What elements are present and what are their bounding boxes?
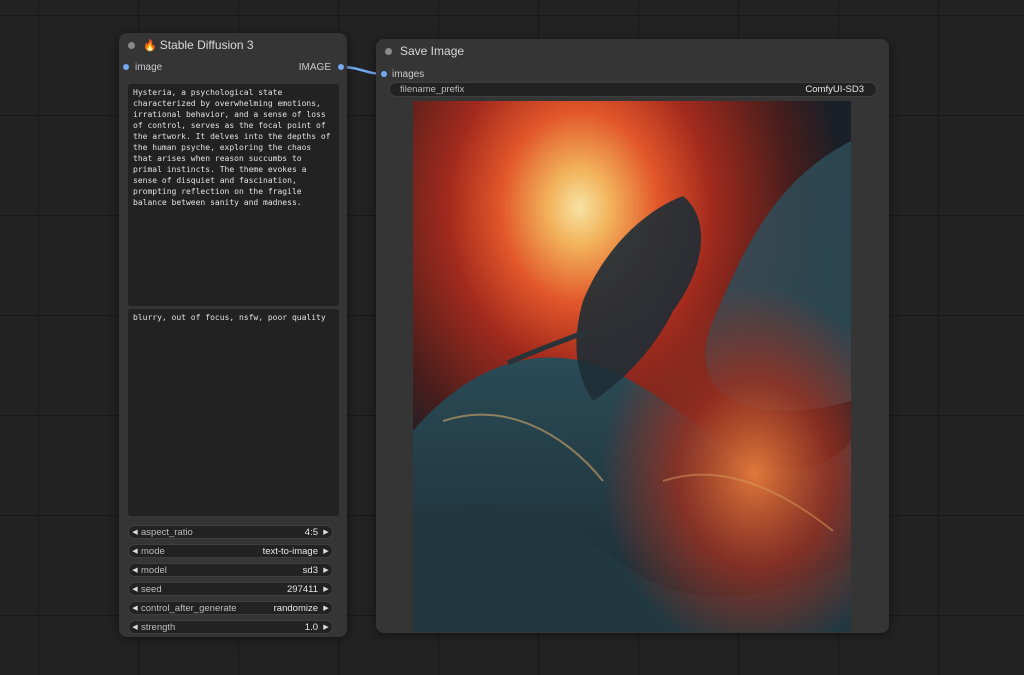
- negative-prompt-textarea[interactable]: blurry, out of focus, nsfw, poor quality: [128, 309, 339, 516]
- image-input-slot[interactable]: [123, 64, 129, 70]
- fire-icon: 🔥: [143, 39, 157, 52]
- mode-widget[interactable]: ◀ mode text-to-image ▶: [128, 544, 333, 558]
- strength-widget[interactable]: ◀ strength 1.0 ▶: [128, 620, 333, 634]
- decrement-arrow-icon[interactable]: ◀: [129, 623, 141, 631]
- increment-arrow-icon[interactable]: ▶: [320, 585, 332, 593]
- image-input-label: image: [135, 62, 163, 73]
- decrement-arrow-icon[interactable]: ◀: [129, 566, 141, 574]
- increment-arrow-icon[interactable]: ▶: [320, 604, 332, 612]
- increment-arrow-icon[interactable]: ▶: [320, 528, 332, 536]
- collapse-dot[interactable]: [385, 47, 392, 55]
- increment-arrow-icon[interactable]: ▶: [320, 547, 332, 555]
- node-title-bar[interactable]: Save Image: [376, 39, 889, 63]
- control-after-generate-widget[interactable]: ◀ control_after_generate randomize ▶: [128, 601, 333, 615]
- node-title: Stable Diffusion 3: [159, 38, 254, 52]
- decrement-arrow-icon[interactable]: ◀: [129, 604, 141, 612]
- image-output-slot[interactable]: [338, 64, 344, 70]
- image-output-label: IMAGE: [298, 62, 331, 73]
- images-input-slot[interactable]: [381, 71, 387, 77]
- increment-arrow-icon[interactable]: ▶: [320, 623, 332, 631]
- decrement-arrow-icon[interactable]: ◀: [129, 547, 141, 555]
- increment-arrow-icon[interactable]: ▶: [320, 566, 332, 574]
- generated-image-preview[interactable]: [413, 101, 851, 632]
- node-title-bar[interactable]: 🔥 Stable Diffusion 3: [119, 33, 347, 57]
- model-widget[interactable]: ◀ model sd3 ▶: [128, 563, 333, 577]
- aspect-ratio-widget[interactable]: ◀ aspect_ratio 4:5 ▶: [128, 525, 333, 539]
- collapse-dot[interactable]: [128, 41, 135, 49]
- decrement-arrow-icon[interactable]: ◀: [129, 528, 141, 536]
- save-image-node[interactable]: Save Image images filename_prefix ComfyU…: [376, 39, 889, 633]
- images-input-label: images: [392, 69, 425, 80]
- artwork-image: [413, 101, 851, 632]
- positive-prompt-textarea[interactable]: Hysteria, a psychological state characte…: [128, 84, 339, 306]
- stable-diffusion-3-node[interactable]: 🔥 Stable Diffusion 3 image IMAGE Hysteri…: [119, 33, 347, 637]
- filename-prefix-widget[interactable]: filename_prefix ComfyUI-SD3: [389, 82, 877, 97]
- node-title: Save Image: [400, 44, 465, 58]
- seed-widget[interactable]: ◀ seed 297411 ▶: [128, 582, 333, 596]
- decrement-arrow-icon[interactable]: ◀: [129, 585, 141, 593]
